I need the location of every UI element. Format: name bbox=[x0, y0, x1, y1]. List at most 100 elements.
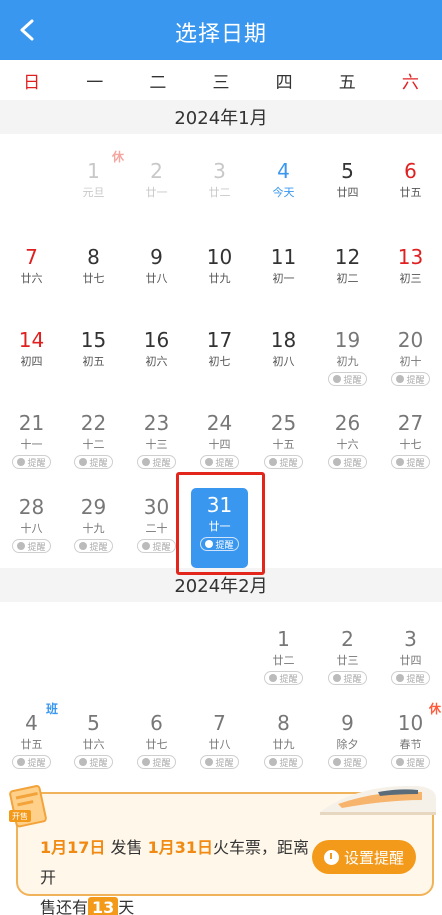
travel-date: 1月31日 bbox=[147, 838, 213, 857]
day-number: 18 bbox=[270, 328, 297, 352]
calendar-day-jan-12[interactable]: 12 初二 bbox=[316, 240, 379, 324]
reminder-chip[interactable]: 提醒 bbox=[137, 755, 176, 769]
alarm-clock-icon bbox=[17, 758, 26, 766]
reminder-chip[interactable]: 提醒 bbox=[12, 755, 51, 769]
calendar-day-jan-19[interactable]: 19 初九 提醒 bbox=[316, 323, 379, 407]
calendar-day-jan-13[interactable]: 13 初三 bbox=[379, 240, 442, 324]
calendar-day-jan-9[interactable]: 9 廿八 bbox=[125, 240, 188, 324]
day-number: 17 bbox=[206, 328, 233, 352]
reminder-label: 提醒 bbox=[279, 758, 298, 769]
day-number: 15 bbox=[80, 328, 107, 352]
reminder-chip[interactable]: 提醒 bbox=[391, 455, 430, 469]
reminder-chip[interactable]: 提醒 bbox=[74, 539, 113, 553]
lunar-date-label: 廿七 bbox=[82, 272, 105, 285]
reminder-label: 提醒 bbox=[215, 758, 234, 769]
day-number: 5 bbox=[341, 159, 354, 183]
calendar-day-jan-26[interactable]: 26 十六 提醒 bbox=[316, 406, 379, 490]
alarm-clock-icon bbox=[269, 458, 278, 466]
lunar-date-label: 廿九 bbox=[272, 738, 295, 751]
reminder-chip[interactable]: 提醒 bbox=[264, 671, 303, 685]
weekday-mon: 一 bbox=[86, 72, 104, 93]
calendar-day-jan-11[interactable]: 11 初一 bbox=[252, 240, 315, 324]
calendar-day-jan-5[interactable]: 5 廿四 bbox=[316, 154, 379, 238]
calendar-day-jan-6[interactable]: 6 廿五 bbox=[379, 154, 442, 238]
calendar-day-jan-16[interactable]: 16 初六 bbox=[125, 323, 188, 407]
calendar-day-jan-21[interactable]: 21 十一提醒 bbox=[0, 406, 63, 490]
selected-date-highlight bbox=[176, 472, 265, 575]
calendar-day-feb-1[interactable]: 1 廿二 提醒 bbox=[252, 622, 315, 706]
day-number: 10 bbox=[206, 245, 233, 269]
reminder-chip[interactable]: 提醒 bbox=[137, 539, 176, 553]
calendar-day-jan-22[interactable]: 22 十二 提醒 bbox=[62, 406, 125, 490]
calendar-day-jan-3: 3 廿二 bbox=[188, 154, 251, 238]
reminder-chip[interactable]: 提醒 bbox=[264, 455, 303, 469]
reminder-label: 提醒 bbox=[279, 674, 298, 685]
lunar-date-label: 廿五 bbox=[20, 738, 43, 751]
weekday-wed: 三 bbox=[212, 72, 230, 93]
reminder-chip[interactable]: 提醒 bbox=[328, 455, 367, 469]
day-number: 21 bbox=[18, 411, 45, 435]
alarm-clock-icon bbox=[17, 542, 26, 550]
day-number: 7 bbox=[25, 245, 38, 269]
day-number: 9 bbox=[150, 245, 163, 269]
reminder-chip[interactable]: 提醒 bbox=[200, 755, 239, 769]
lunar-date-label: 廿六 bbox=[82, 738, 105, 751]
calendar-day-jan-28[interactable]: 28 十八 提醒 bbox=[0, 490, 63, 574]
page-title: 选择日期 bbox=[174, 22, 267, 47]
reminder-chip[interactable]: 提醒 bbox=[12, 455, 51, 469]
lunar-date-label: 初七 bbox=[208, 355, 231, 368]
calendar-day-jan-14[interactable]: 14 初四 bbox=[0, 323, 63, 407]
reminder-chip[interactable]: 提醒 bbox=[74, 455, 113, 469]
alarm-clock-icon bbox=[142, 458, 151, 466]
lunar-date-label: 十二 bbox=[82, 438, 105, 451]
lunar-date-label: 初三 bbox=[399, 272, 422, 285]
reminder-label: 提醒 bbox=[89, 458, 108, 469]
reminder-label: 提醒 bbox=[152, 758, 171, 769]
calendar-day-jan-15[interactable]: 15 初五 bbox=[62, 323, 125, 407]
calendar-day-jan-17[interactable]: 17 初七 bbox=[188, 323, 251, 407]
reminder-chip[interactable]: 提醒 bbox=[200, 455, 239, 469]
calendar-day-jan-10[interactable]: 10 廿九 bbox=[188, 240, 251, 324]
reminder-chip[interactable]: 提醒 bbox=[391, 671, 430, 685]
calendar-day-jan-29[interactable]: 29 十九 提醒 bbox=[62, 490, 125, 574]
alarm-clock-icon bbox=[142, 542, 151, 550]
weekday-thu: 四 bbox=[275, 72, 293, 93]
alarm-clock-icon bbox=[269, 674, 278, 682]
alarm-clock-icon bbox=[79, 758, 88, 766]
reminder-chip[interactable]: 提醒 bbox=[328, 671, 367, 685]
alarm-clock-icon bbox=[142, 758, 151, 766]
calendar-day-jan-20[interactable]: 20 初十 提醒 bbox=[379, 323, 442, 407]
reminder-label: 提醒 bbox=[27, 458, 46, 469]
reminder-chip[interactable]: 提醒 bbox=[391, 755, 430, 769]
reminder-label: 提醒 bbox=[406, 674, 425, 685]
day-number: 24 bbox=[206, 411, 233, 435]
reminder-chip[interactable]: 提醒 bbox=[328, 372, 367, 386]
weekday-row: 日 一 二 三 四 五 六 bbox=[0, 60, 442, 100]
lunar-date-label: 十一 bbox=[20, 438, 43, 451]
lunar-date-label: 初五 bbox=[82, 355, 105, 368]
set-reminder-button[interactable]: 设置提醒 bbox=[312, 840, 416, 874]
reminder-chip[interactable]: 提醒 bbox=[74, 755, 113, 769]
reminder-chip[interactable]: 提醒 bbox=[391, 372, 430, 386]
days-left-count: 13 bbox=[88, 897, 119, 915]
weekday-fri: 五 bbox=[338, 72, 356, 93]
train-icon bbox=[320, 785, 436, 815]
reminder-label: 提醒 bbox=[343, 758, 362, 769]
reminder-chip[interactable]: 提醒 bbox=[264, 755, 303, 769]
reminder-chip[interactable]: 提醒 bbox=[12, 539, 51, 553]
reminder-label: 提醒 bbox=[89, 542, 108, 553]
notice-line2-prefix: 售还有 bbox=[40, 898, 89, 915]
calendar-day-jan-7[interactable]: 7 廿六 bbox=[0, 240, 63, 324]
reminder-chip[interactable]: 提醒 bbox=[137, 455, 176, 469]
calendar-day-jan-4[interactable]: 4 今天 bbox=[252, 154, 315, 238]
month-header-jan: 2024年1月 bbox=[0, 100, 442, 134]
calendar-day-jan-18[interactable]: 18 初八 bbox=[252, 323, 315, 407]
day-number: 1 bbox=[277, 627, 290, 651]
calendar-day-feb-2[interactable]: 2 廿三 提醒 bbox=[316, 622, 379, 706]
reminder-chip[interactable]: 提醒 bbox=[328, 755, 367, 769]
calendar-day-jan-8[interactable]: 8 廿七 bbox=[62, 240, 125, 324]
lunar-date-label: 初二 bbox=[336, 272, 359, 285]
lunar-date-label: 廿二 bbox=[208, 186, 231, 199]
calendar-day-jan-27[interactable]: 27 十七 提醒 bbox=[379, 406, 442, 490]
calendar-day-feb-3[interactable]: 3 廿四 提醒 bbox=[379, 622, 442, 706]
